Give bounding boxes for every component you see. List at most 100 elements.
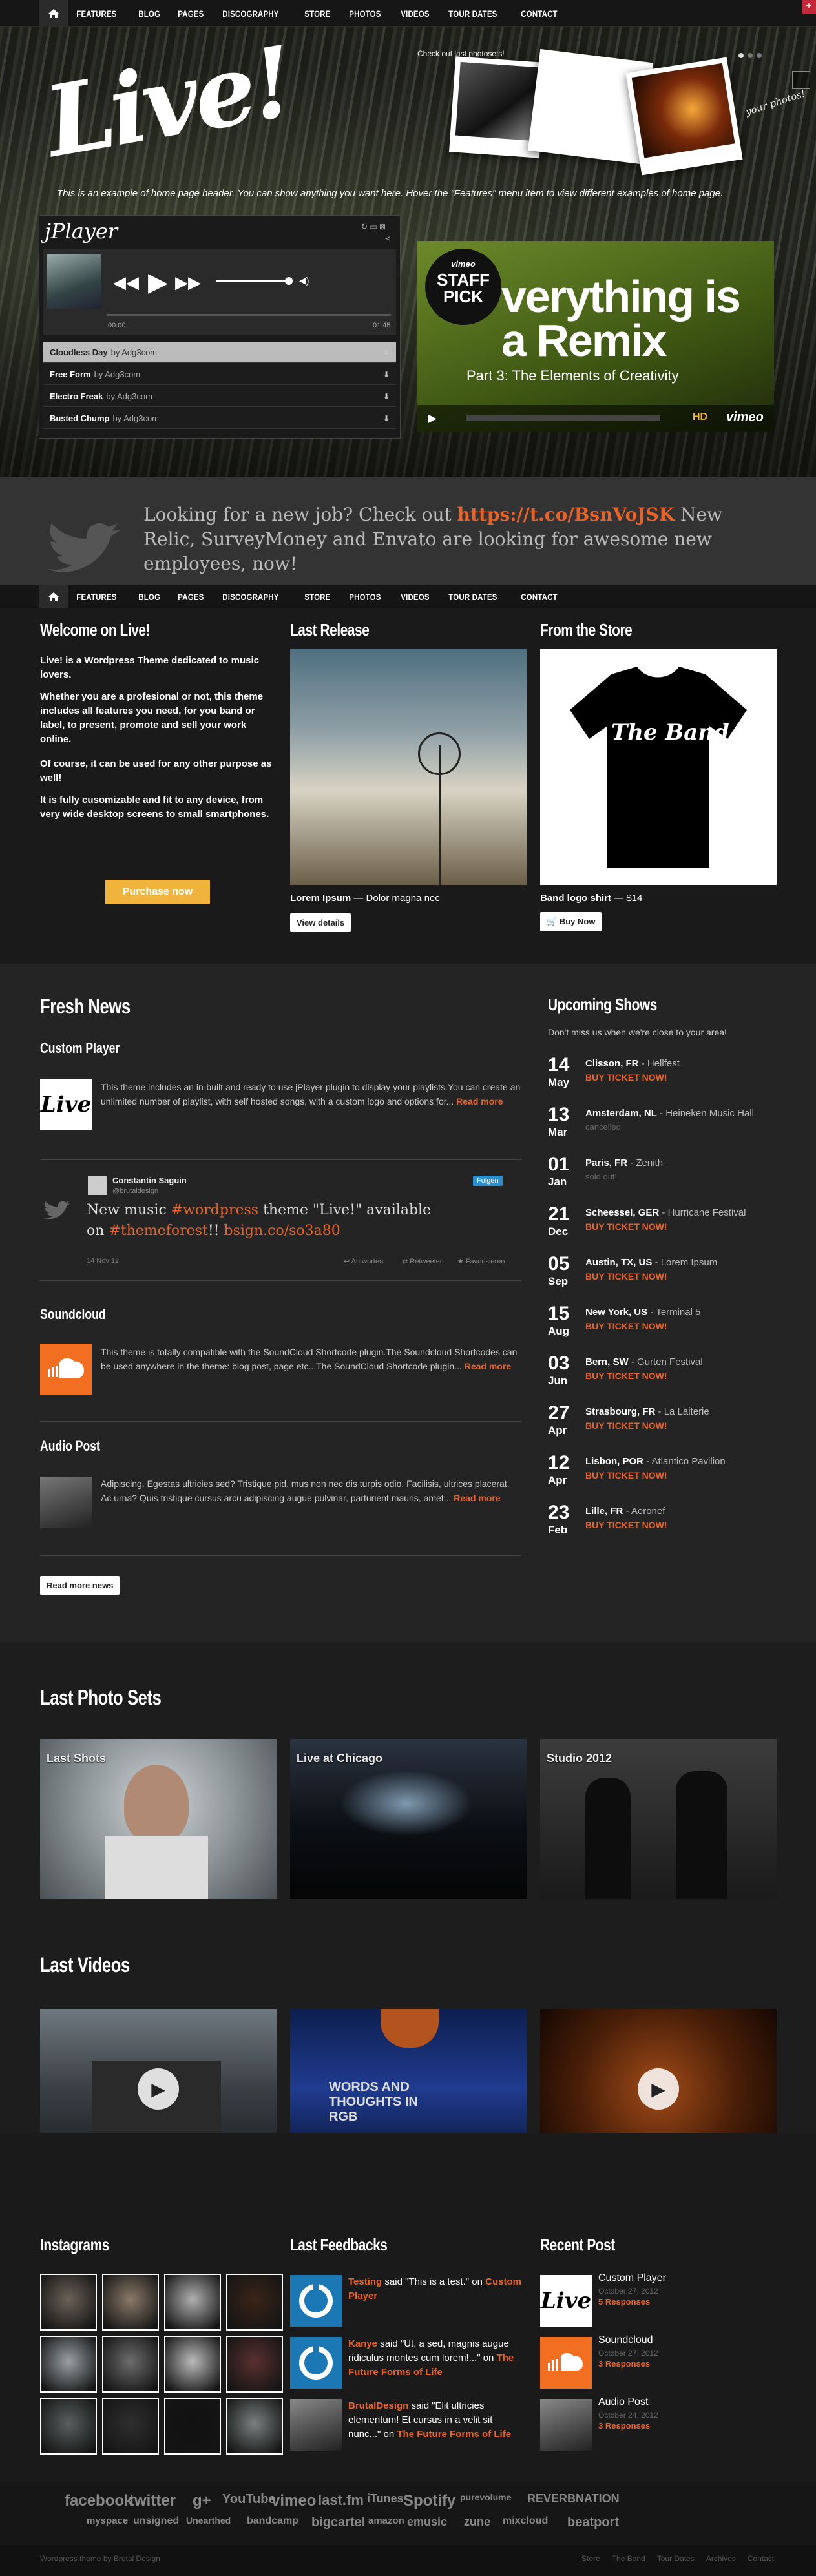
video-progress[interactable] [466, 415, 660, 421]
buy-now-button[interactable]: 🛒 Buy Now [540, 912, 602, 931]
player-controls-icons[interactable]: ↻ ▭ ⊠ [361, 222, 386, 231]
brand-logo[interactable]: amazon [368, 2515, 404, 2526]
nav-tour-dates[interactable]: TOUR DATES [441, 592, 505, 602]
video-play-icon[interactable]: ▶ [428, 411, 437, 425]
avatar[interactable] [290, 2399, 342, 2451]
post-thumbnail[interactable] [540, 2399, 592, 2451]
brand-logo[interactable]: Unearthed [186, 2515, 231, 2526]
brand-logo[interactable]: emusic [407, 2515, 447, 2529]
read-more-link[interactable]: Read more [456, 1096, 503, 1106]
tweet-retweet[interactable]: ⇄ Retweeten [402, 1257, 444, 1265]
hd-label[interactable]: HD [693, 411, 707, 423]
track-item[interactable]: Free Form by Adg3com ⬇ [43, 364, 396, 385]
footer-link-tour[interactable]: Tour Dates [657, 2554, 695, 2563]
nav-store[interactable]: STORE [297, 592, 339, 602]
prev-icon[interactable]: ◀◀ [113, 273, 139, 293]
nav-photos[interactable]: PHOTOS [341, 8, 389, 19]
buy-ticket-link[interactable]: BUY TICKET NOW! [585, 1520, 667, 1530]
volume-handle[interactable] [285, 277, 293, 285]
nav-contact[interactable]: CONTACT [513, 592, 565, 602]
buy-ticket-link[interactable]: BUY TICKET NOW! [585, 1221, 667, 1232]
nav-tour-dates[interactable]: TOUR DATES [441, 8, 505, 19]
instagram-photo[interactable] [102, 2398, 159, 2455]
recent-post-responses[interactable]: 3 Responses [598, 2421, 650, 2431]
buy-ticket-link[interactable]: BUY TICKET NOW! [585, 1420, 667, 1431]
brand-logo[interactable]: REVERBNATION [527, 2492, 620, 2506]
nav-videos[interactable]: VIDEOS [393, 592, 437, 602]
hero-polaroid-3[interactable] [625, 57, 743, 176]
buy-ticket-link[interactable]: BUY TICKET NOW! [585, 1371, 667, 1381]
instagram-photo[interactable] [226, 2336, 283, 2393]
brand-logo[interactable]: facebook [65, 2492, 132, 2510]
feedback-post-link[interactable]: The Future Forms of Life [397, 2429, 511, 2440]
nav-blog[interactable]: BLOG [131, 8, 168, 19]
nav-contact[interactable]: CONTACT [513, 8, 565, 19]
footer-link-contact[interactable]: Contact [748, 2554, 774, 2563]
recent-post-title[interactable]: Custom Player [598, 2272, 666, 2284]
next-icon[interactable]: ▶▶ [175, 273, 201, 293]
tweet-link[interactable]: https://t.co/BsnVoJSK [457, 504, 675, 525]
photo-set[interactable]: Last Shots [40, 1739, 277, 1899]
footer-link-band[interactable]: The Band [612, 2554, 645, 2563]
nav-store[interactable]: STORE [297, 8, 339, 19]
tweet-handle[interactable]: @brutaldesign [112, 1187, 158, 1195]
avatar[interactable] [290, 2275, 342, 2327]
buy-ticket-link[interactable]: BUY TICKET NOW! [585, 1072, 667, 1083]
read-more-link[interactable]: Read more [465, 1361, 511, 1371]
buy-ticket-link[interactable]: BUY TICKET NOW! [585, 1470, 667, 1480]
brand-logo[interactable]: purevolume [460, 2492, 511, 2502]
slider-dots[interactable] [738, 53, 762, 58]
brand-logo[interactable]: twitter [129, 2492, 176, 2510]
tweet-author[interactable]: Constantin Saguin [112, 1176, 187, 1185]
brand-logo[interactable]: beatport [567, 2515, 619, 2530]
progress-bar[interactable] [107, 314, 391, 316]
store-product-image[interactable]: The Band [540, 649, 777, 885]
vimeo-logo[interactable]: vimeo [726, 410, 764, 425]
volume-slider[interactable] [216, 280, 288, 282]
home-button[interactable] [39, 585, 68, 608]
buy-ticket-link[interactable]: BUY TICKET NOW! [585, 1321, 667, 1331]
buy-ticket-link[interactable]: BUY TICKET NOW! [585, 1271, 667, 1282]
recent-post-responses[interactable]: 3 Responses [598, 2359, 650, 2369]
soundcloud-icon[interactable] [40, 1344, 92, 1395]
brand-logo[interactable]: zune [464, 2515, 490, 2529]
instagram-photo[interactable] [226, 2274, 283, 2331]
track-item[interactable]: Busted Chump by Adg3com ⬇ [43, 408, 396, 429]
play-icon[interactable]: ▶ [148, 267, 168, 297]
brand-logo[interactable]: g+ [193, 2492, 211, 2510]
track-item[interactable]: Electro Freak by Adg3com ⬇ [43, 386, 396, 407]
share-icon[interactable] [792, 71, 810, 89]
nav-features[interactable]: FEATURES [68, 8, 125, 19]
purchase-button[interactable]: Purchase now [105, 880, 210, 904]
nav-pages[interactable]: PAGES [170, 8, 212, 19]
photo-set[interactable]: Studio 2012 [540, 1739, 777, 1899]
brand-logo[interactable]: YouTube [222, 2492, 276, 2507]
soundcloud-icon[interactable] [540, 2337, 592, 2389]
post-thumbnail[interactable]: Live [540, 2275, 592, 2327]
tweet-reply[interactable]: ↩ Antworten [344, 1257, 383, 1265]
brand-logo[interactable]: bigcartel [311, 2515, 365, 2530]
home-button[interactable] [39, 0, 68, 27]
nav-blog[interactable]: BLOG [131, 592, 168, 602]
post-thumbnail[interactable] [40, 1477, 92, 1528]
footer-link-store[interactable]: Store [581, 2554, 600, 2563]
instagram-photo[interactable] [164, 2336, 221, 2393]
photo-set[interactable]: Live at Chicago [290, 1739, 527, 1899]
instagram-photo[interactable] [102, 2336, 159, 2393]
read-more-news-button[interactable]: Read more news [40, 1576, 120, 1595]
nav-photos[interactable]: PHOTOS [341, 592, 389, 602]
recent-post-title[interactable]: Soundcloud [598, 2334, 653, 2346]
view-details-button[interactable]: View details [290, 913, 351, 932]
plus-icon[interactable]: + [802, 0, 816, 14]
nav-discography[interactable]: DISCOGRAPHY [214, 592, 287, 602]
instagram-photo[interactable] [40, 2336, 97, 2393]
avatar[interactable] [290, 2337, 342, 2389]
brand-logo[interactable]: mixcloud [503, 2515, 548, 2527]
nav-pages[interactable]: PAGES [170, 592, 212, 602]
share-small-icon[interactable]: ≺ [384, 234, 391, 243]
instagram-photo[interactable] [102, 2274, 159, 2331]
news-post-title[interactable]: Custom Player [40, 1040, 120, 1057]
brand-logo[interactable]: myspace [87, 2515, 128, 2526]
post-thumbnail[interactable]: Live [40, 1079, 92, 1130]
nav-features[interactable]: FEATURES [68, 592, 125, 602]
